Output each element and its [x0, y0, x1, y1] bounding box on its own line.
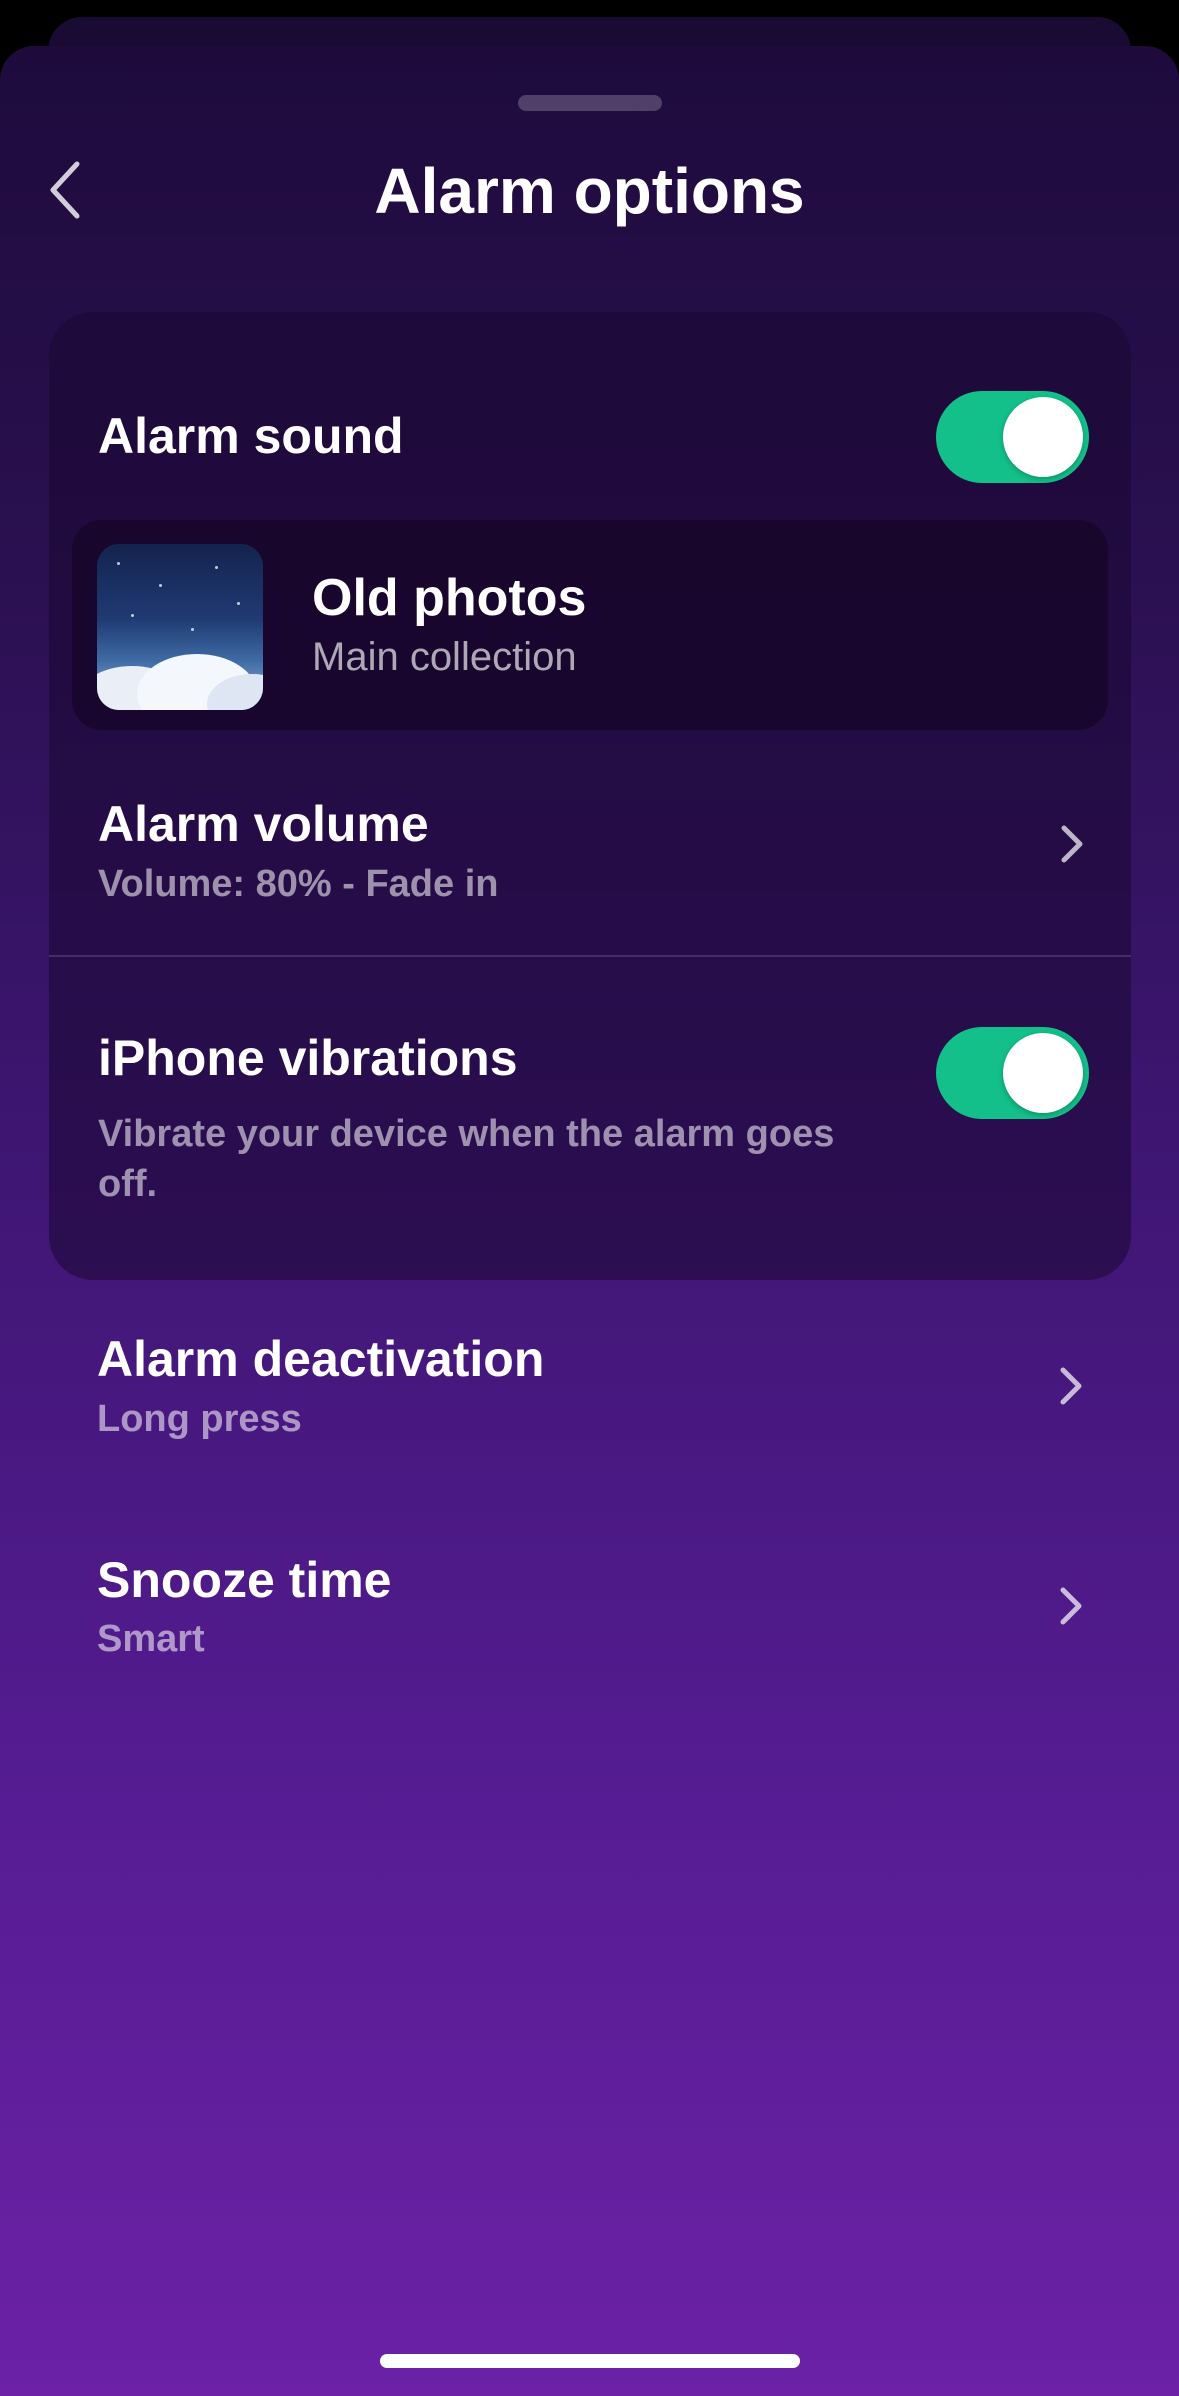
- toggle-knob: [1003, 1033, 1083, 1113]
- alarm-sound-toggle[interactable]: [936, 391, 1089, 483]
- chevron-right-icon: [1060, 1367, 1082, 1405]
- alarm-volume-row[interactable]: Alarm volume Volume: 80% - Fade in: [49, 752, 1131, 952]
- sound-name: Old photos: [312, 569, 587, 627]
- vibrations-toggle[interactable]: [936, 1027, 1089, 1119]
- alarm-sound-label: Alarm sound: [98, 408, 404, 464]
- section-divider: [49, 955, 1131, 957]
- alarm-options-sheet: Alarm options Alarm sound Old photos Mai…: [0, 46, 1179, 2396]
- sheet-grabber[interactable]: [518, 95, 662, 111]
- alarm-volume-detail: Volume: 80% - Fade in: [98, 863, 499, 905]
- chevron-right-icon: [1060, 1587, 1082, 1625]
- home-indicator[interactable]: [380, 2354, 800, 2368]
- sound-settings-card: Alarm sound Old photos Main collection A…: [49, 312, 1131, 1280]
- alarm-deactivation-value: Long press: [97, 1398, 302, 1440]
- page-title: Alarm options: [374, 155, 805, 227]
- toggle-knob: [1003, 397, 1083, 477]
- chevron-left-icon: [50, 161, 80, 219]
- alarm-volume-label: Alarm volume: [98, 796, 429, 852]
- alarm-deactivation-label: Alarm deactivation: [97, 1331, 545, 1387]
- sound-collection: Main collection: [312, 635, 577, 679]
- alarm-deactivation-row[interactable]: Alarm deactivation Long press: [0, 1286, 1179, 1476]
- screen: Alarm options Alarm sound Old photos Mai…: [0, 0, 1179, 2396]
- snooze-time-value: Smart: [97, 1618, 205, 1660]
- sound-thumbnail: [97, 544, 263, 710]
- snooze-time-label: Snooze time: [97, 1552, 392, 1608]
- chevron-right-icon: [1061, 825, 1083, 863]
- snooze-time-row[interactable]: Snooze time Smart: [0, 1506, 1179, 1696]
- vibrations-description: Vibrate your device when the alarm goes …: [98, 1113, 835, 1205]
- vibrations-label: iPhone vibrations: [98, 1030, 518, 1086]
- selected-sound-tile[interactable]: Old photos Main collection: [72, 520, 1108, 730]
- back-button[interactable]: [30, 150, 100, 230]
